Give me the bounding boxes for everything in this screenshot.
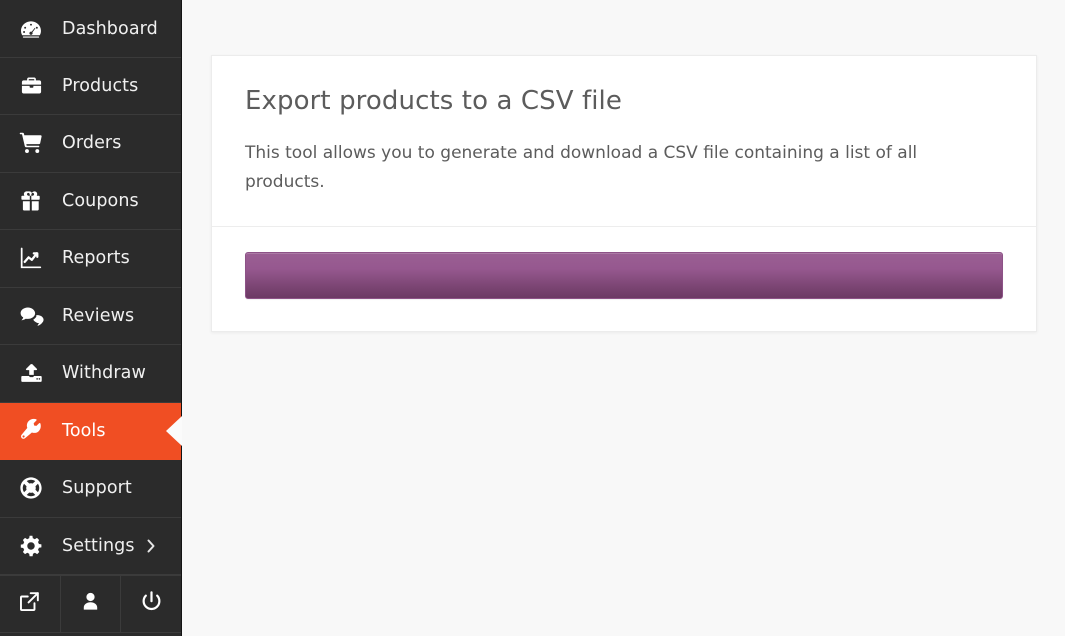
sidebar-item-label: Products (62, 75, 139, 96)
sidebar-item-label: Settings (62, 535, 135, 556)
card-header: Export products to a CSV file This tool … (212, 56, 1036, 228)
sidebar-item-reviews[interactable]: Reviews (0, 288, 181, 345)
external-link-icon (18, 590, 41, 617)
sidebar-item-withdraw[interactable]: Withdraw (0, 345, 181, 403)
chart-line-icon (0, 245, 62, 271)
sidebar-item-label: Orders (62, 133, 122, 154)
sidebar-footer (0, 575, 181, 633)
external-link-button[interactable] (0, 576, 61, 632)
card-description: This tool allows you to generate and dow… (245, 143, 918, 192)
sidebar-item-label: Dashboard (62, 18, 158, 39)
dashboard-gauge-icon (0, 16, 62, 42)
sidebar-item-dashboard[interactable]: Dashboard (0, 0, 181, 58)
sidebar-item-products[interactable]: Products (0, 58, 181, 115)
sidebar: Dashboard Products Orders Coupons Report… (0, 0, 182, 636)
sidebar-item-orders[interactable]: Orders (0, 115, 181, 173)
sidebar-item-reports[interactable]: Reports (0, 230, 181, 288)
chevron-right-icon (145, 537, 157, 555)
upload-icon (0, 361, 62, 386)
sidebar-item-label: Reviews (62, 305, 135, 326)
sidebar-item-settings[interactable]: Settings (0, 518, 181, 575)
sidebar-item-tools[interactable]: Tools (0, 402, 181, 460)
user-profile-button[interactable] (61, 576, 122, 632)
main-content: Export products to a CSV file This tool … (182, 0, 1065, 636)
sidebar-item-label: Reports (62, 248, 130, 269)
sidebar-item-support[interactable]: Support (0, 460, 181, 518)
sidebar-item-coupons[interactable]: Coupons (0, 173, 181, 230)
gift-icon (0, 189, 62, 213)
power-off-icon (140, 590, 163, 617)
sidebar-item-label: Coupons (62, 190, 139, 211)
page-title: Export products to a CSV file (245, 86, 622, 116)
life-ring-icon (0, 475, 62, 501)
sidebar-item-label: Tools (62, 420, 106, 441)
card-body (212, 227, 1036, 331)
sidebar-item-label: Support (62, 478, 132, 499)
user-icon (79, 590, 102, 617)
gear-icon (0, 534, 62, 558)
shopping-cart-icon (0, 130, 62, 156)
sidebar-item-label: Withdraw (62, 363, 146, 384)
export-tool-card: Export products to a CSV file This tool … (211, 55, 1037, 333)
export-csv-button[interactable] (245, 252, 1003, 300)
comments-icon (0, 303, 62, 329)
wrench-icon (0, 418, 62, 443)
briefcase-icon (0, 73, 62, 98)
logout-button[interactable] (121, 576, 181, 632)
